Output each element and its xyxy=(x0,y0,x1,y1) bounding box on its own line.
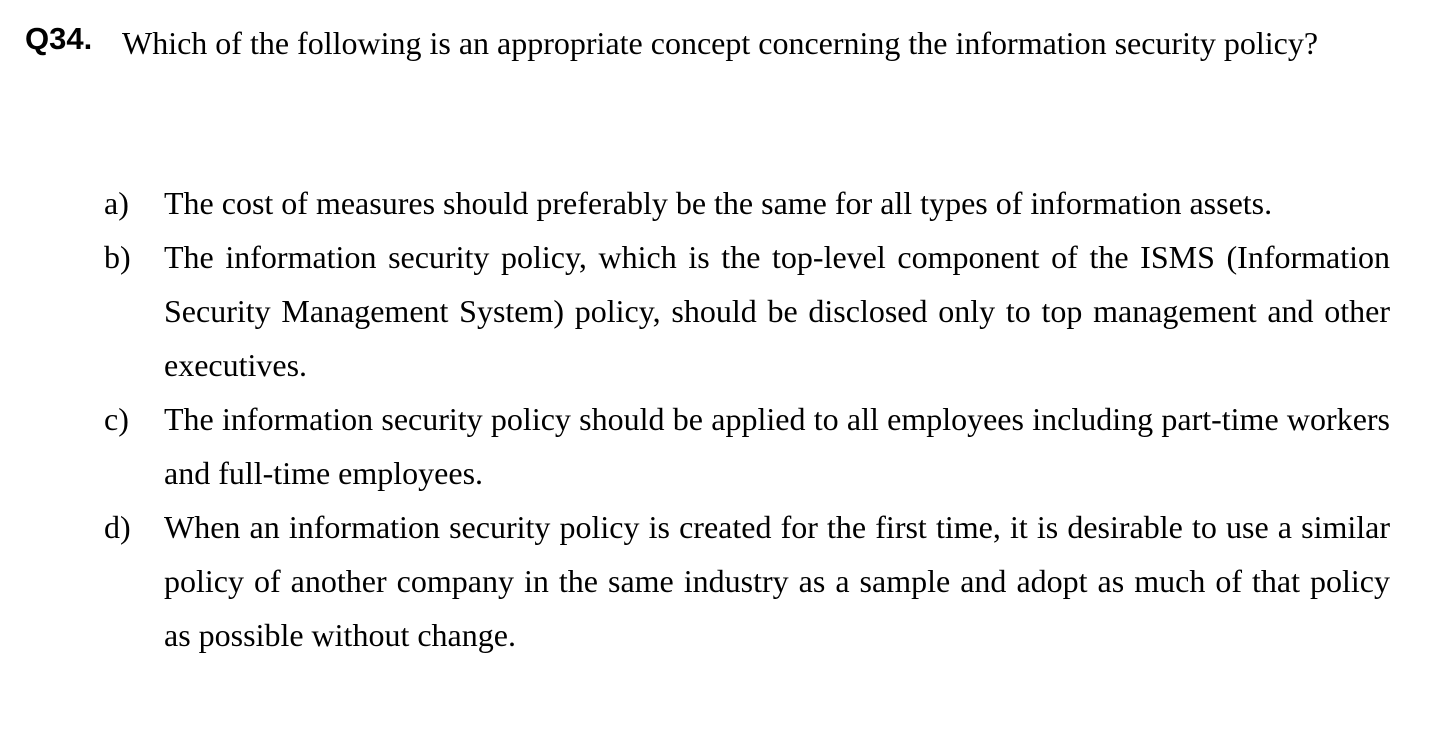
answer-options: a) The cost of measures should preferabl… xyxy=(104,176,1390,662)
question-text: Which of the following is an appropriate… xyxy=(122,25,1319,61)
option-letter: a) xyxy=(104,185,129,221)
option-b[interactable]: b) The information security policy, whic… xyxy=(104,230,1390,392)
question-block: Q34. Which of the following is an approp… xyxy=(25,16,1390,70)
option-letter: d) xyxy=(104,509,131,545)
option-c[interactable]: c) The information security policy shoul… xyxy=(104,392,1390,500)
option-text: The information security policy should b… xyxy=(164,401,1390,491)
option-letter: b) xyxy=(104,239,131,275)
exam-page: Q34. Which of the following is an approp… xyxy=(0,0,1450,730)
question-number: Q34. xyxy=(25,21,93,56)
option-d[interactable]: d) When an information security policy i… xyxy=(104,500,1390,662)
option-a[interactable]: a) The cost of measures should preferabl… xyxy=(104,176,1390,230)
option-text: The information security policy, which i… xyxy=(164,239,1390,383)
option-letter: c) xyxy=(104,401,129,437)
option-text: When an information security policy is c… xyxy=(164,509,1390,653)
option-text: The cost of measures should preferably b… xyxy=(164,185,1273,221)
